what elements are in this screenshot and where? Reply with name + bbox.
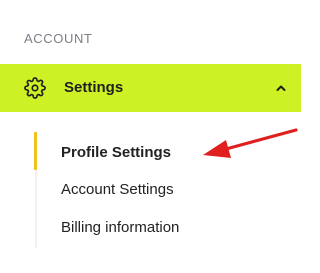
submenu-item-profile-settings[interactable]: Profile Settings [61, 144, 171, 161]
submenu-item-account-settings[interactable]: Account Settings [61, 181, 174, 198]
sidebar-menu: ACCOUNT Settings Profile Settings Accoun… [0, 0, 301, 273]
sidebar-item-settings[interactable]: Settings [0, 64, 301, 112]
section-label-account: ACCOUNT [24, 31, 93, 46]
chevron-up-icon[interactable] [275, 82, 287, 94]
settings-submenu: Profile Settings Account Settings Billin… [0, 124, 301, 254]
submenu-item-billing-information[interactable]: Billing information [61, 219, 179, 236]
gear-icon [24, 77, 46, 99]
sidebar-item-settings-label: Settings [64, 79, 124, 96]
active-indicator [34, 132, 37, 170]
